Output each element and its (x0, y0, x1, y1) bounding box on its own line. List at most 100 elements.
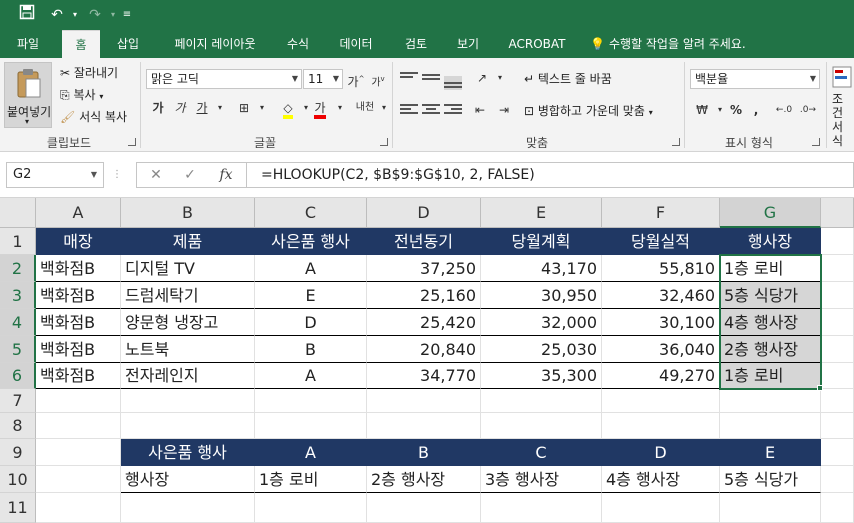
cell[interactable] (121, 493, 255, 523)
cell[interactable] (602, 413, 720, 439)
undo-dropdown-icon[interactable]: ▾ (64, 4, 86, 26)
decrease-indent-icon[interactable]: ⇤ (470, 100, 490, 120)
lookup-header-cell[interactable]: A (255, 439, 367, 466)
cell[interactable] (602, 389, 720, 413)
table-cell[interactable]: 32,000 (481, 309, 602, 336)
insert-function-icon[interactable]: fx (213, 163, 239, 187)
table-cell[interactable]: 34,770 (367, 363, 481, 389)
cell[interactable] (367, 413, 481, 439)
borders-icon[interactable]: ⊞ (234, 98, 254, 118)
table-cell[interactable]: 30,950 (481, 282, 602, 309)
row-header-3[interactable]: 3 (0, 282, 36, 309)
select-all-corner[interactable] (0, 198, 36, 228)
table-cell[interactable]: 20,840 (367, 336, 481, 363)
tab-view[interactable]: 보기 (448, 30, 488, 58)
table-cell[interactable]: 백화점B (36, 309, 121, 336)
cell[interactable] (481, 389, 602, 413)
format-painter-button[interactable]: 🖌 서식 복사 (60, 108, 127, 125)
table-cell[interactable]: 25,420 (367, 309, 481, 336)
phonetic-dropdown-icon[interactable]: ▾ (374, 98, 394, 118)
table-cell[interactable]: 25,030 (481, 336, 602, 363)
decrease-decimal-icon[interactable]: .0→ (798, 100, 818, 120)
table-cell[interactable]: 백화점B (36, 255, 121, 282)
accounting-format-icon[interactable]: ₩ (692, 100, 712, 120)
cell[interactable] (821, 336, 854, 363)
tab-review[interactable]: 검토 (396, 30, 436, 58)
save-icon[interactable] (16, 4, 38, 26)
increase-indent-icon[interactable]: ⇥ (494, 100, 514, 120)
italic-button[interactable]: 가 (170, 98, 190, 118)
font-color-button[interactable]: 가 (310, 98, 330, 119)
cell[interactable] (821, 389, 854, 413)
table-cell[interactable]: 양문형 냉장고 (121, 309, 255, 336)
font-launcher-icon[interactable] (380, 138, 388, 146)
cell[interactable] (821, 413, 854, 439)
copy-button[interactable]: ⎘ 복사 ▾ (60, 86, 103, 103)
cell[interactable] (821, 228, 854, 255)
table-cell[interactable]: A (255, 255, 367, 282)
cell[interactable] (255, 389, 367, 413)
merge-center-button[interactable]: ⊡ 병합하고 가운데 맞춤 ▾ (524, 102, 653, 119)
table-cell[interactable]: 30,100 (602, 309, 720, 336)
table-cell[interactable]: 43,170 (481, 255, 602, 282)
row-header-1[interactable]: 1 (0, 228, 36, 255)
column-header-b[interactable]: B (121, 198, 255, 228)
borders-dropdown-icon[interactable]: ▾ (252, 98, 272, 118)
column-header-f[interactable]: F (602, 198, 720, 228)
cell[interactable] (720, 413, 821, 439)
column-header-a[interactable]: A (36, 198, 121, 228)
row-header-7[interactable]: 7 (0, 389, 36, 413)
row-header-10[interactable]: 10 (0, 466, 36, 493)
alignment-launcher-icon[interactable] (672, 138, 680, 146)
lookup-value-cell[interactable]: 5층 식당가 (720, 466, 821, 493)
table-cell[interactable]: E (255, 282, 367, 309)
cell[interactable] (367, 389, 481, 413)
cell[interactable] (821, 309, 854, 336)
cell[interactable] (821, 255, 854, 282)
cell[interactable] (367, 493, 481, 523)
number-format-dropdown[interactable]: 백분율 ▼ (690, 69, 820, 89)
underline-button[interactable]: 가 (192, 98, 212, 118)
table-cell[interactable]: 백화점B (36, 282, 121, 309)
cell[interactable] (36, 389, 121, 413)
align-bottom-icon[interactable] (444, 76, 462, 90)
row-header-11[interactable]: 11 (0, 493, 36, 523)
column-header-d[interactable]: D (367, 198, 481, 228)
table-header-cell[interactable]: 행사장 (720, 228, 821, 255)
worksheet-grid[interactable]: A B C D E F G 1 2 3 4 5 6 7 8 9 10 11 매장 제품 사은품 행사 전년동기 당월계획 당월… (0, 198, 854, 523)
orientation-dropdown-icon[interactable]: ▾ (490, 68, 510, 88)
cell[interactable] (121, 389, 255, 413)
resize-handle-icon[interactable]: ⋮ (112, 166, 122, 184)
lookup-value-cell[interactable]: 3층 행사장 (481, 466, 602, 493)
align-right-icon[interactable] (444, 104, 462, 118)
row-header-6[interactable]: 6 (0, 363, 36, 389)
cell[interactable] (255, 493, 367, 523)
font-name-dropdown[interactable]: 맑은 고딕 ▼ (146, 69, 302, 89)
table-cell[interactable]: 36,040 (602, 336, 720, 363)
row-header-9[interactable]: 9 (0, 439, 36, 466)
fill-handle[interactable] (817, 385, 823, 391)
lookup-value-cell[interactable]: 행사장 (121, 466, 255, 493)
wrap-text-button[interactable]: ↵ 텍스트 줄 바꿈 (524, 70, 612, 87)
column-header-e[interactable]: E (481, 198, 602, 228)
column-header-h[interactable] (821, 198, 854, 228)
cell[interactable] (821, 282, 854, 309)
cell[interactable] (602, 493, 720, 523)
bold-button[interactable]: 가 (148, 98, 168, 118)
lookup-header-cell[interactable]: 사은품 행사 (121, 439, 255, 466)
cell[interactable] (36, 466, 121, 493)
table-header-cell[interactable]: 매장 (36, 228, 121, 255)
cell[interactable] (121, 413, 255, 439)
align-left-icon[interactable] (400, 104, 418, 118)
result-cell[interactable]: 5층 식당가 (720, 282, 821, 309)
font-size-dropdown[interactable]: 11 ▼ (303, 69, 343, 89)
table-cell[interactable]: A (255, 363, 367, 389)
table-header-cell[interactable]: 전년동기 (367, 228, 481, 255)
table-cell[interactable]: 백화점B (36, 363, 121, 389)
lookup-value-cell[interactable]: 4층 행사장 (602, 466, 720, 493)
result-cell[interactable]: 1층 로비 (720, 363, 821, 389)
table-cell[interactable]: 디지털 TV (121, 255, 255, 282)
percent-style-button[interactable]: % (726, 100, 746, 120)
name-box[interactable]: G2 ▼ (6, 162, 104, 188)
cell[interactable] (821, 466, 854, 493)
